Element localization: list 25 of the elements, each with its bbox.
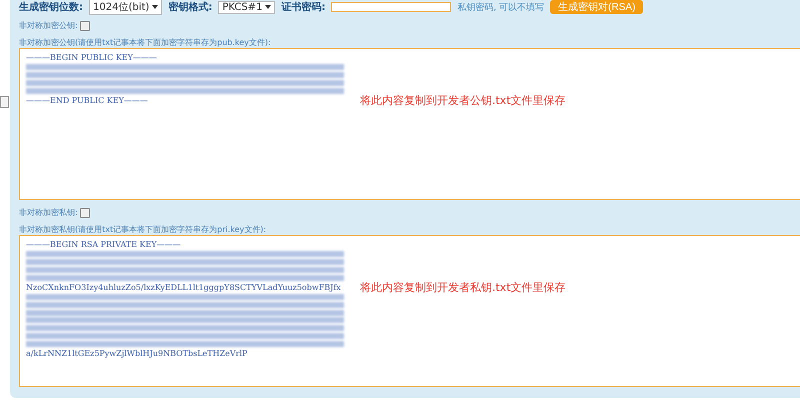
caret-icon [152, 5, 158, 9]
key-line: ———END PUBLIC KEY——— [26, 96, 149, 106]
copy-icon[interactable] [80, 208, 90, 218]
bits-select[interactable]: 1024位(bit) [89, 0, 162, 15]
password-field[interactable] [331, 2, 452, 12]
copy-instruction: 将此内容复制到开发者私钥.txt文件里保存 [360, 280, 566, 296]
key-line: NzoCXnknFO3Izy4uhluzZo5/lxzKyEDLL1lt1gggpY8SCTYVLadYuuz5obwFBJfx [26, 282, 342, 292]
key-textarea[interactable]: ———BEGIN RSA PRIVATE KEY——— NzoCXnknFO3Izy4uhluzZo5/lxzKyEDLL1lt1gggpY8SCTYVLadYuuz5obwFBJfx a/kLrNNZ1ltGEz5PywZjlWblHJu9NBOTbsLeTHZeVrlP 将此内容复制到开发者私钥.txt文件里保存 [19, 235, 800, 387]
section-description: 非对称加密公钥(请使用txt记事本将下面加密字符串存为pub.key文件): [19, 37, 272, 48]
copy-instruction: 将此内容复制到开发者公钥.txt文件里保存 [360, 93, 566, 109]
password-hint: 私钥密码, 可以不填写 [457, 2, 544, 14]
section-description: 非对称加密私钥(请使用txt记事本将下面加密字符串存为pri.key文件): [19, 224, 268, 235]
key-line: ———BEGIN RSA PRIVATE KEY——— [26, 240, 182, 250]
caret-icon [265, 5, 272, 9]
key-textarea[interactable]: ———BEGIN PUBLIC KEY——— ———END PUBLIC KEY——— 将此内容复制到开发者公钥.txt文件里保存 [19, 48, 800, 200]
password-label: 证书密码: [281, 0, 326, 14]
section-title: 非对称加密公钥: [19, 20, 78, 31]
section-title: 非对称加密私钥: [19, 207, 78, 218]
format-label: 密钥格式: [168, 0, 212, 14]
copy-icon[interactable] [80, 20, 90, 30]
key-line: ———BEGIN PUBLIC KEY——— [26, 53, 158, 63]
format-select[interactable]: PKCS#1 [218, 0, 276, 14]
collapse-tab-icon[interactable] [0, 96, 9, 108]
key-line: a/kLrNNZ1ltGEz5PywZjlWblHJu9NBOTbsLeTHZeVrlP [26, 348, 248, 358]
bits-label: 生成密钥位数: [19, 0, 83, 14]
